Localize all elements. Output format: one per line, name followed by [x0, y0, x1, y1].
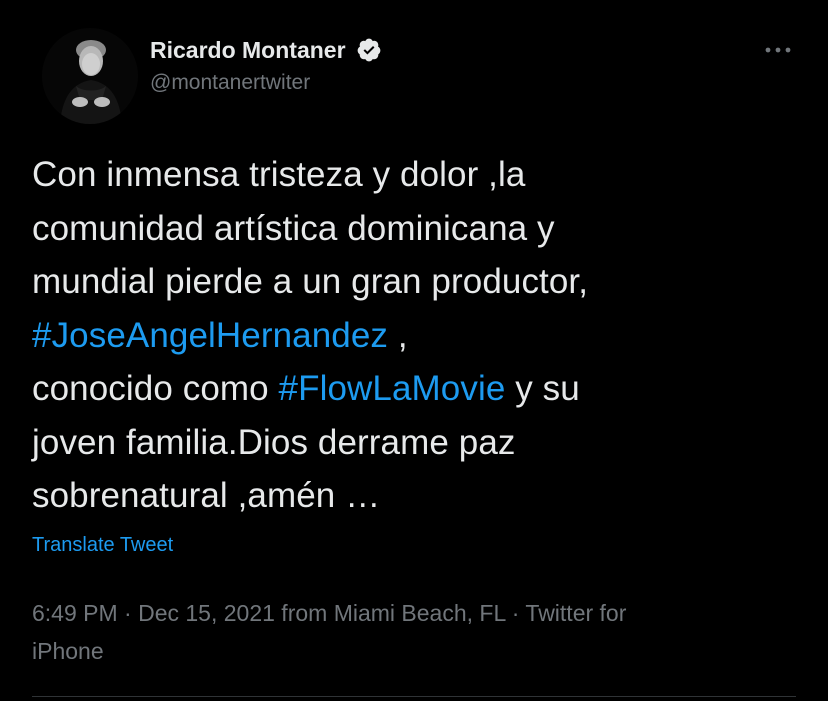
tweet: Ricardo Montaner @montanertwiter Con inm… [0, 0, 828, 701]
tweet-text-fragment: y su [505, 369, 580, 408]
tweet-text-fragment: conocido como [32, 369, 279, 408]
user-names: Ricardo Montaner @montanertwiter [150, 36, 382, 96]
divider [32, 696, 796, 697]
tweet-text-line: comunidad artística dominicana y [32, 208, 555, 248]
display-name[interactable]: Ricardo Montaner [150, 36, 346, 64]
tweet-text-line: joven familia.Dios derrame paz [32, 422, 516, 462]
avatar-image [42, 28, 138, 124]
tweet-text-line: Con inmensa tristeza y dolor ,la [32, 155, 526, 194]
tweet-metadata-line[interactable]: 6:49 PM · Dec 15, 2021 from Miami Beach,… [32, 594, 792, 632]
tweet-text-line: sobrenatural ,amén … [32, 476, 381, 515]
verified-badge-icon [356, 37, 382, 63]
tweet-text-line: #JoseAngelHernandez , [32, 309, 802, 363]
tweet-text-line: mundial pierde a un gran productor, [32, 262, 589, 301]
tweet-text: Con inmensa tristeza y dolor ,la comunid… [32, 148, 802, 523]
tweet-metadata: 6:49 PM · Dec 15, 2021 from Miami Beach,… [32, 594, 792, 670]
tweet-text-fragment: , [388, 315, 408, 355]
user-handle[interactable]: @montanertwiter [150, 70, 382, 96]
more-horizontal-icon[interactable] [760, 38, 796, 62]
tweet-header: Ricardo Montaner @montanertwiter [32, 28, 796, 124]
tweet-text-line: conocido como #FlowLaMovie y su [32, 362, 802, 416]
avatar[interactable] [42, 28, 138, 124]
tweet-metadata-line[interactable]: iPhone [32, 632, 792, 670]
translate-tweet-link[interactable]: Translate Tweet [32, 534, 173, 557]
hashtag-link[interactable]: #FlowLaMovie [279, 369, 506, 408]
hashtag-link[interactable]: #JoseAngelHernandez [32, 316, 388, 355]
